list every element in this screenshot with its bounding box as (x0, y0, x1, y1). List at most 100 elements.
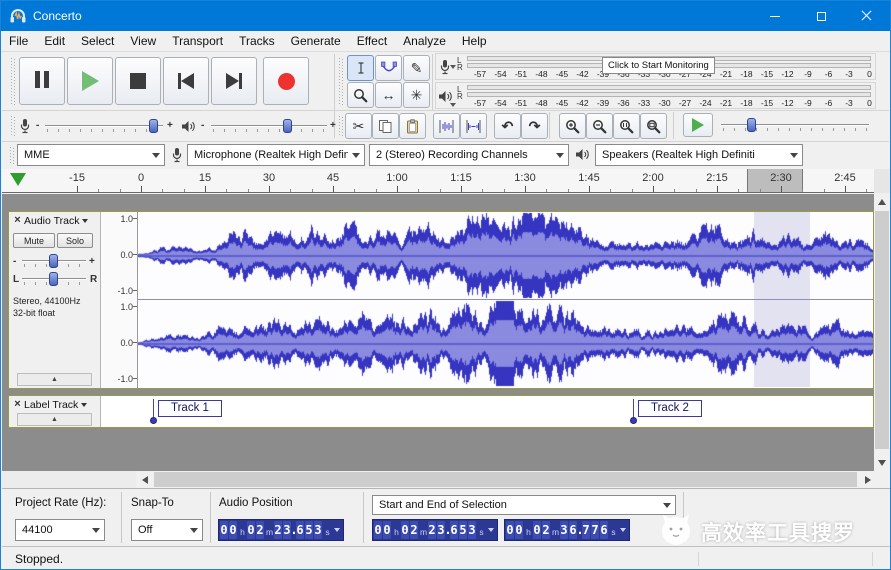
time-digit[interactable]: 7 (582, 521, 590, 539)
time-digit[interactable]: 5 (459, 521, 467, 539)
time-digit[interactable]: 7 (591, 521, 599, 539)
menu-edit[interactable]: Edit (36, 31, 73, 51)
monitoring-message[interactable]: Click to Start Monitoring (602, 57, 715, 74)
draw-tool-button[interactable]: ✎ (403, 55, 430, 81)
recording-meter[interactable]: L R -57 -54 -51 -48 -45 -42 -39 -36 -33 -30 -27 -24… (435, 53, 876, 80)
time-digit[interactable]: 0 (533, 521, 541, 539)
recording-device-select[interactable]: Microphone (Realtek High Defini (187, 144, 365, 166)
paste-button[interactable] (399, 113, 426, 139)
audio-host-select[interactable]: MME (17, 144, 165, 166)
mute-button[interactable]: Mute (13, 233, 55, 248)
selection-tool-button[interactable] (347, 55, 374, 81)
scroll-left-button[interactable] (136, 471, 153, 488)
project-rate-select[interactable]: 44100 (15, 519, 105, 541)
time-digit[interactable]: 6 (296, 521, 304, 539)
time-digit[interactable]: 2 (428, 521, 436, 539)
time-digit[interactable]: 2 (410, 521, 418, 539)
recording-channels-select[interactable]: 2 (Stereo) Recording Channels (369, 144, 569, 166)
label-marker-stem[interactable] (153, 399, 154, 417)
maximize-button[interactable] (798, 1, 844, 31)
timeline-ruler[interactable]: -15 0 15 30 45 1:00 1:15 1:30 1:45 2:00 2:15 2:30 2:… (2, 169, 876, 193)
time-digit[interactable]: 6 (600, 521, 608, 539)
device-grip[interactable] (10, 147, 15, 164)
timeline-play-pointer-icon[interactable] (10, 173, 26, 186)
waveform-canvas-left[interactable] (138, 212, 873, 299)
envelope-tool-button[interactable] (375, 55, 402, 81)
pan-slider[interactable] (22, 271, 86, 287)
time-digit[interactable]: 3 (560, 521, 568, 539)
time-digit[interactable]: 5 (305, 521, 313, 539)
time-dropdown-caret[interactable] (618, 521, 628, 539)
edit-grip[interactable] (339, 116, 344, 136)
pause-button[interactable] (19, 57, 65, 105)
mixer-grip[interactable] (11, 116, 16, 136)
selection-start-time[interactable]: 00h02m23.653s (372, 519, 498, 541)
label-text[interactable]: Track 1 (158, 400, 222, 417)
play-at-speed-button[interactable] (683, 113, 713, 137)
gain-thumb[interactable] (49, 254, 58, 268)
label-text[interactable]: Track 2 (638, 400, 702, 417)
time-digit[interactable]: 0 (229, 521, 237, 539)
skip-to-end-button[interactable] (211, 57, 257, 105)
time-digit[interactable]: 0 (247, 521, 255, 539)
menu-help[interactable]: Help (454, 31, 495, 51)
audio-position-time[interactable]: 00h02m23.653s (218, 519, 344, 541)
waveform-display[interactable] (138, 212, 873, 388)
label-marker-stem[interactable] (633, 399, 634, 417)
label-track-collapse-button[interactable]: ▲ (17, 413, 92, 426)
playback-speed-slider[interactable] (721, 117, 869, 133)
audio-track-close-button[interactable]: × (11, 213, 24, 226)
time-digit[interactable]: 0 (220, 521, 228, 539)
zoom-in-button[interactable] (559, 113, 586, 139)
undo-button[interactable]: ↶ (494, 113, 521, 139)
record-button[interactable] (263, 57, 309, 105)
record-volume-thumb[interactable] (149, 119, 158, 133)
playback-meter[interactable]: L R -57 -54 -51 -48 -45 -42 -39 -36 -33 -30 -27 -24… (435, 82, 876, 109)
vertical-scroll-thumb[interactable] (875, 211, 889, 449)
time-dropdown-caret[interactable] (332, 521, 342, 539)
copy-button[interactable] (372, 113, 399, 139)
label-marker-handle[interactable] (150, 417, 157, 424)
record-volume-slider[interactable] (45, 118, 163, 134)
stop-button[interactable] (115, 57, 161, 105)
close-button[interactable] (844, 1, 890, 31)
trim-audio-button[interactable] (433, 113, 460, 139)
waveform-canvas-right[interactable] (138, 300, 873, 387)
pan-thumb[interactable] (49, 272, 58, 286)
playback-device-select[interactable]: Speakers (Realtek High Definiti (595, 144, 803, 166)
minimize-button[interactable] (752, 1, 798, 31)
menu-tracks[interactable]: Tracks (231, 31, 283, 51)
time-digit[interactable]: 0 (401, 521, 409, 539)
transport-grip[interactable] (11, 58, 16, 106)
menu-view[interactable]: View (122, 31, 164, 51)
solo-button[interactable]: Solo (57, 233, 93, 248)
time-digit[interactable]: 0 (374, 521, 382, 539)
redo-button[interactable]: ↷ (521, 113, 548, 139)
zoom-tool-button[interactable] (347, 82, 374, 108)
menu-select[interactable]: Select (73, 31, 122, 51)
scroll-up-button[interactable] (874, 194, 890, 210)
play-button[interactable] (67, 57, 113, 105)
menu-generate[interactable]: Generate (283, 31, 349, 51)
time-digit[interactable]: 2 (274, 521, 282, 539)
scroll-down-button[interactable] (874, 455, 890, 471)
menu-file[interactable]: File (1, 31, 36, 51)
time-shift-tool-button[interactable]: ↔ (375, 82, 402, 108)
time-digit[interactable]: 2 (256, 521, 264, 539)
menu-transport[interactable]: Transport (164, 31, 231, 51)
label-track-close-button[interactable]: × (11, 397, 24, 410)
time-digit[interactable]: 6 (450, 521, 458, 539)
cut-button[interactable]: ✂ (345, 113, 372, 139)
time-digit[interactable]: 3 (468, 521, 476, 539)
time-digit[interactable]: 3 (314, 521, 322, 539)
gain-slider[interactable] (22, 253, 86, 269)
fit-project-button[interactable] (640, 113, 667, 139)
label-track-area[interactable]: Track 1 Track 2 (101, 396, 873, 427)
selection-end-time[interactable]: 00h02m36.776s (504, 519, 630, 541)
playback-speed-thumb[interactable] (747, 118, 756, 132)
fit-selection-button[interactable] (613, 113, 640, 139)
silence-audio-button[interactable] (460, 113, 487, 139)
audio-track-menu[interactable]: Audio Track (24, 215, 89, 227)
label-track-menu[interactable]: Label Track (24, 399, 88, 411)
vertical-scale-ruler[interactable]: 1.0 0.0 -1.0 1.0 0.0 -1.0 (101, 212, 138, 388)
